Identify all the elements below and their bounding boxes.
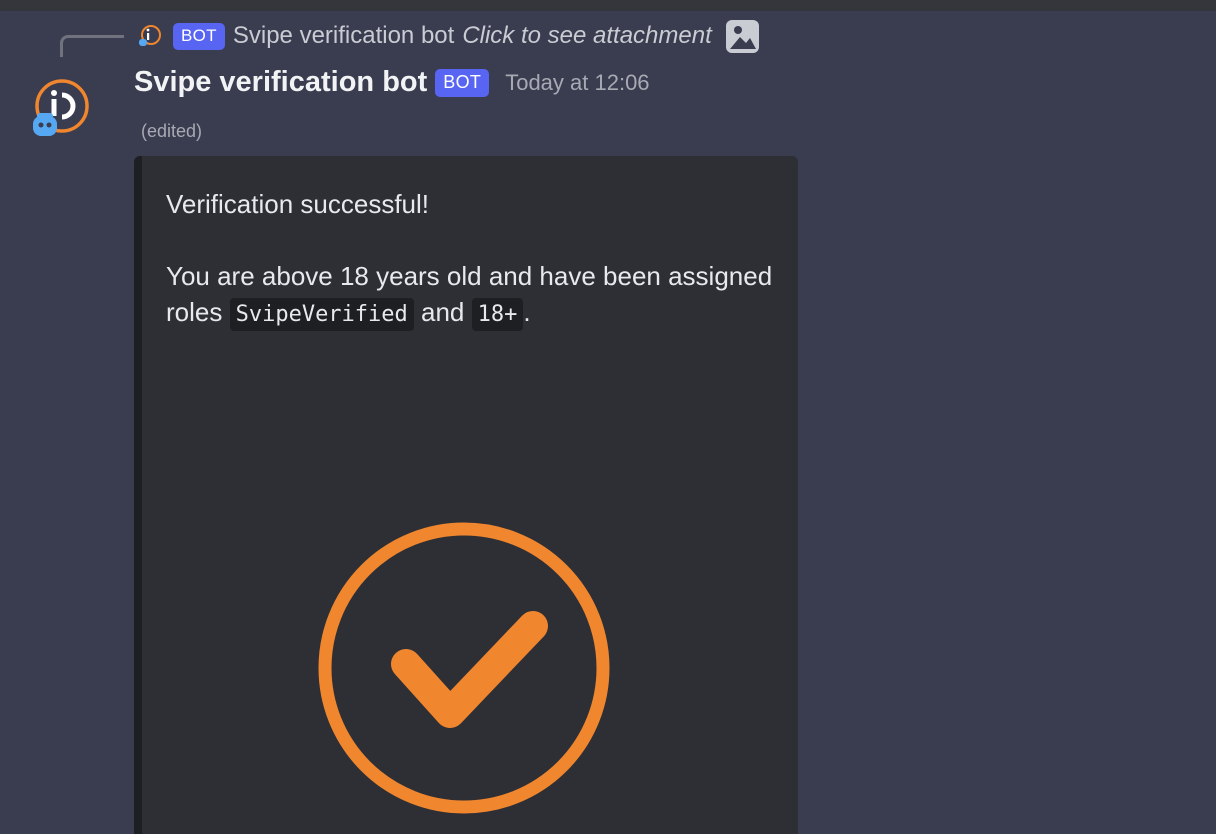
role-code-svipeverified: SvipeVerified xyxy=(229,298,414,331)
author-name[interactable]: Svipe verification bot xyxy=(134,66,427,99)
reply-spine xyxy=(60,35,124,57)
reply-preview-text[interactable]: Click to see attachment xyxy=(462,22,711,50)
reply-reference[interactable]: BOT Svipe verification bot Click to see … xyxy=(137,18,759,54)
reply-avatar[interactable] xyxy=(137,23,163,49)
embed-title-line: Verification successful! xyxy=(166,189,430,219)
edited-label: (edited) xyxy=(141,121,203,141)
svipe-logo-icon xyxy=(33,79,89,136)
embed-joiner: and xyxy=(421,297,465,327)
timestamp[interactable]: Today at 12:06 xyxy=(505,70,649,96)
embed-card: Verification successful! You are above 1… xyxy=(134,156,798,834)
message-header: Svipe verification bot BOT Today at 12:0… xyxy=(134,66,650,99)
embed-description: Verification successful! You are above 1… xyxy=(166,186,776,333)
role-code-18plus: 18+ xyxy=(471,298,524,331)
top-bar xyxy=(0,0,1216,11)
embed-suffix: . xyxy=(523,297,531,327)
svipe-logo-icon xyxy=(139,25,161,46)
bot-avatar[interactable] xyxy=(32,78,92,138)
embed-body: You are above 18 years old and have been… xyxy=(166,258,776,333)
bot-tag: BOT xyxy=(173,22,225,50)
checkmark-circle-icon[interactable] xyxy=(314,518,614,818)
discord-message-view: BOT Svipe verification bot Click to see … xyxy=(0,0,1216,834)
bot-tag: BOT xyxy=(435,68,490,97)
reply-author-name[interactable]: Svipe verification bot xyxy=(233,22,454,50)
image-icon[interactable] xyxy=(725,19,759,53)
